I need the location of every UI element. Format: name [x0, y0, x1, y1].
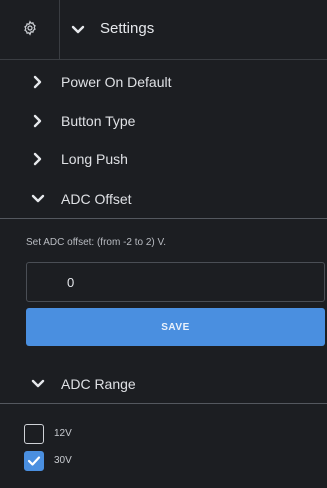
section-label: ADC Offset: [61, 191, 132, 207]
chevron-down-icon: [30, 376, 46, 392]
range-option-label: 30V: [54, 455, 72, 466]
range-option-30v[interactable]: 30V: [24, 451, 144, 471]
section-label: Button Type: [61, 113, 136, 129]
section-label: Long Push: [61, 151, 128, 167]
chevron-right-icon: [30, 113, 46, 129]
section-long-push[interactable]: Long Push: [0, 140, 327, 178]
checkbox-unchecked[interactable]: [24, 424, 44, 444]
adc-offset-input[interactable]: 0: [26, 262, 325, 302]
page-title: Settings: [100, 20, 155, 37]
chevron-right-icon: [30, 151, 46, 167]
divider: [0, 403, 327, 404]
save-button[interactable]: SAVE: [26, 308, 325, 346]
chevron-right-icon: [30, 74, 46, 90]
check-icon: [27, 456, 41, 466]
section-label: Power On Default: [61, 74, 172, 90]
gear-icon: [22, 19, 38, 41]
settings-header: Settings: [0, 0, 327, 60]
divider: [0, 218, 327, 219]
adc-offset-value: 0: [67, 275, 75, 290]
section-power-on-default[interactable]: Power On Default: [0, 63, 327, 101]
section-button-type[interactable]: Button Type: [0, 102, 327, 140]
section-label: ADC Range: [61, 376, 136, 392]
range-option-label: 12V: [54, 428, 72, 439]
gear-button[interactable]: [0, 0, 60, 60]
section-adc-offset[interactable]: ADC Offset: [0, 180, 327, 218]
section-adc-range[interactable]: ADC Range: [0, 365, 327, 403]
checkbox-checked[interactable]: [24, 451, 44, 471]
chevron-down-icon: [30, 191, 46, 207]
chevron-down-icon[interactable]: [70, 22, 86, 38]
adc-offset-help-text: Set ADC offset: (from -2 to 2) V.: [26, 237, 167, 248]
range-option-12v[interactable]: 12V: [24, 424, 144, 444]
